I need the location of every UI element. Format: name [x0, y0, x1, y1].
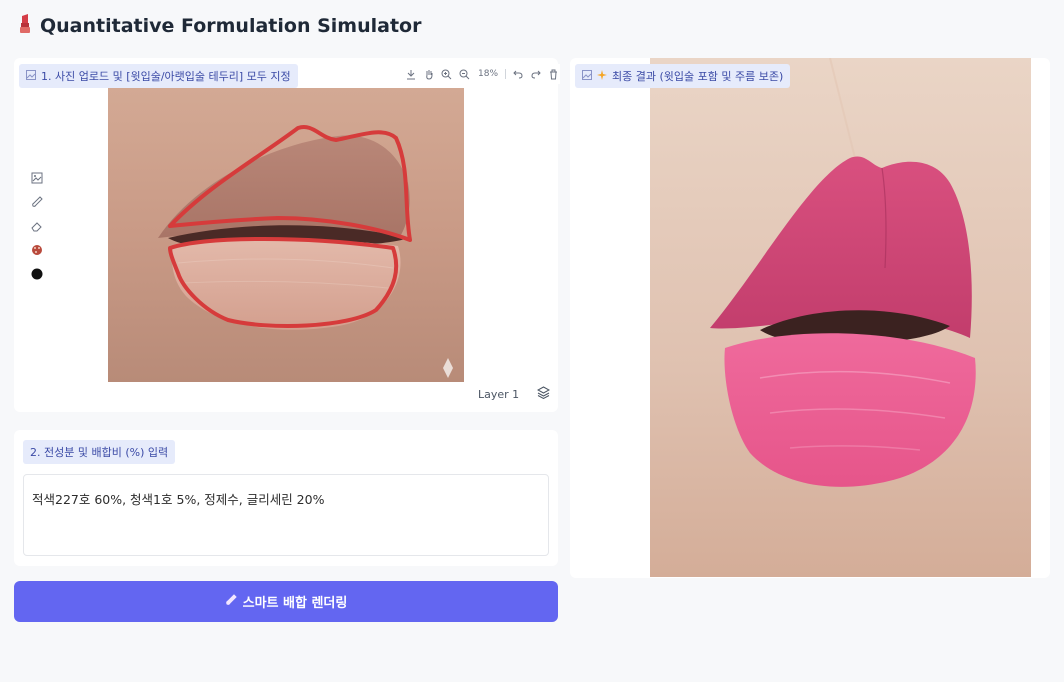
toolbar-divider — [505, 69, 507, 79]
render-button-label: 스마트 배합 렌더링 — [242, 596, 348, 611]
palette-icon[interactable] — [29, 242, 45, 258]
layers-icon[interactable] — [537, 386, 551, 402]
result-panel-label: 최종 결과 (윗입술 포함 및 주름 보존) — [575, 64, 791, 88]
image-toolbar: 18% — [404, 64, 561, 84]
image-icon — [582, 69, 592, 83]
sparkle-icon — [597, 69, 607, 83]
layer-selector[interactable]: Layer 1 — [478, 386, 551, 402]
source-lip-image — [108, 88, 464, 382]
undo-icon[interactable] — [511, 67, 524, 81]
redo-icon[interactable] — [529, 67, 542, 81]
lipstick-icon — [18, 14, 32, 38]
trash-icon[interactable] — [547, 67, 560, 81]
formula-panel-label-text: 2. 전성분 및 배합비 (%) 입력 — [30, 446, 169, 459]
image-icon — [26, 69, 36, 83]
formula-input[interactable] — [23, 474, 549, 556]
image-icon[interactable] — [29, 170, 45, 186]
result-image — [650, 58, 1031, 577]
drawing-tools — [24, 164, 50, 300]
upload-panel-label: 1. 사진 업로드 및 [윗입술/아랫입술 테두리] 모두 지정 — [19, 64, 298, 88]
layer-label: Layer 1 — [478, 387, 520, 401]
render-button[interactable]: 스마트 배합 렌더링 — [14, 581, 558, 622]
result-panel-label-text: 최종 결과 (윗입술 포함 및 주름 보존) — [612, 70, 784, 83]
app-header: Quantitative Formulation Simulator — [18, 14, 421, 38]
zoom-level: 18% — [478, 69, 499, 79]
eraser-icon[interactable] — [29, 218, 45, 234]
app-title: Quantitative Formulation Simulator — [40, 15, 422, 37]
formula-panel-label: 2. 전성분 및 배합비 (%) 입력 — [23, 440, 176, 464]
color-swatch-icon[interactable] — [29, 266, 45, 282]
pan-hand-icon[interactable] — [422, 67, 435, 81]
brush-icon — [225, 593, 237, 610]
brush-icon[interactable] — [29, 194, 45, 210]
editor-canvas[interactable] — [108, 88, 464, 382]
zoom-in-icon[interactable] — [440, 67, 453, 81]
zoom-out-icon[interactable] — [458, 67, 471, 81]
upload-panel-label-text: 1. 사진 업로드 및 [윗입술/아랫입술 테두리] 모두 지정 — [41, 70, 291, 83]
download-icon[interactable] — [404, 67, 417, 81]
